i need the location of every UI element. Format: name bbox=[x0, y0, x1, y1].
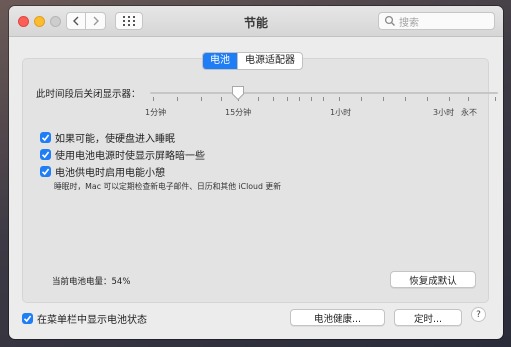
search-placeholder: 搜索 bbox=[399, 17, 419, 29]
power-nap-description: 睡眠时，Mac 可以定期检查新电子邮件、日历和其他 iCloud 更新 bbox=[54, 182, 281, 191]
menu-bar-battery-label: 在菜单栏中显示电池状态 bbox=[37, 315, 147, 326]
slider-tick bbox=[323, 97, 324, 101]
slider-thumb[interactable] bbox=[231, 85, 245, 101]
power-nap-label: 电池供电时启用电能小憩 bbox=[55, 168, 165, 179]
dim-display-option[interactable]: 使用电池电源时使显示屏略暗一些 bbox=[40, 147, 205, 162]
battery-level-text: 当前电池电量：54% bbox=[52, 277, 131, 287]
menu-bar-battery-checkbox[interactable] bbox=[22, 313, 33, 324]
tab-power-adapter[interactable]: 电源适配器 bbox=[237, 53, 302, 69]
slider-tick bbox=[495, 97, 496, 101]
slider-tick bbox=[153, 97, 154, 101]
slider-tick bbox=[311, 97, 312, 101]
tab-battery[interactable]: 电池 bbox=[203, 53, 237, 69]
slider-tick bbox=[427, 97, 428, 101]
slider-tick bbox=[258, 97, 259, 101]
search-icon bbox=[384, 15, 395, 26]
hard-disk-sleep-option[interactable]: 如果可能，使硬盘进入睡眠 bbox=[40, 130, 175, 145]
slider-tick bbox=[273, 97, 274, 101]
restore-defaults-button[interactable]: 恢复成默认 bbox=[390, 271, 476, 288]
slider-tick bbox=[177, 97, 178, 101]
tick-label-1min: 1分钟 bbox=[145, 108, 167, 117]
slider-tick bbox=[383, 97, 384, 101]
schedule-button[interactable]: 定时... bbox=[394, 309, 462, 326]
dim-display-label: 使用电池电源时使显示屏略暗一些 bbox=[55, 151, 205, 162]
help-button[interactable]: ? bbox=[471, 307, 486, 322]
checkmark-icon bbox=[23, 315, 32, 323]
tick-label-never: 永不 bbox=[461, 108, 477, 117]
tick-label-15min: 15分钟 bbox=[225, 108, 252, 117]
search-field[interactable]: 搜索 bbox=[378, 12, 495, 30]
power-nap-option[interactable]: 电池供电时启用电能小憩 bbox=[40, 164, 165, 179]
slider-tick bbox=[221, 97, 222, 101]
energy-saver-window: 节能 搜索 电池 电源适配器 此时间段后关闭显示器： 1分钟 15分钟 1小时 … bbox=[9, 6, 503, 339]
slider-tick bbox=[339, 97, 340, 101]
power-nap-checkbox[interactable] bbox=[40, 166, 51, 177]
slider-tick bbox=[201, 97, 202, 101]
menu-bar-battery-option[interactable]: 在菜单栏中显示电池状态 bbox=[22, 311, 147, 326]
dim-display-checkbox[interactable] bbox=[40, 149, 51, 160]
checkmark-icon bbox=[41, 168, 50, 176]
display-sleep-label: 此时间段后关闭显示器： bbox=[36, 89, 141, 100]
display-sleep-slider[interactable] bbox=[150, 92, 498, 94]
tick-label-1hour: 1小时 bbox=[330, 108, 352, 117]
battery-health-button[interactable]: 电池健康... bbox=[290, 309, 385, 326]
slider-tick bbox=[405, 97, 406, 101]
slider-tick bbox=[361, 97, 362, 101]
checkmark-icon bbox=[41, 151, 50, 159]
slider-tick bbox=[468, 97, 469, 101]
slider-tick bbox=[299, 97, 300, 101]
power-source-tabs: 电池 电源适配器 bbox=[202, 52, 303, 70]
checkmark-icon bbox=[41, 134, 50, 142]
tick-label-3hours: 3小时 bbox=[433, 108, 455, 117]
slider-tick bbox=[449, 97, 450, 101]
slider-tick bbox=[287, 97, 288, 101]
hard-disk-sleep-label: 如果可能，使硬盘进入睡眠 bbox=[55, 134, 175, 145]
title-bar: 节能 搜索 bbox=[9, 6, 503, 37]
hard-disk-sleep-checkbox[interactable] bbox=[40, 132, 51, 143]
